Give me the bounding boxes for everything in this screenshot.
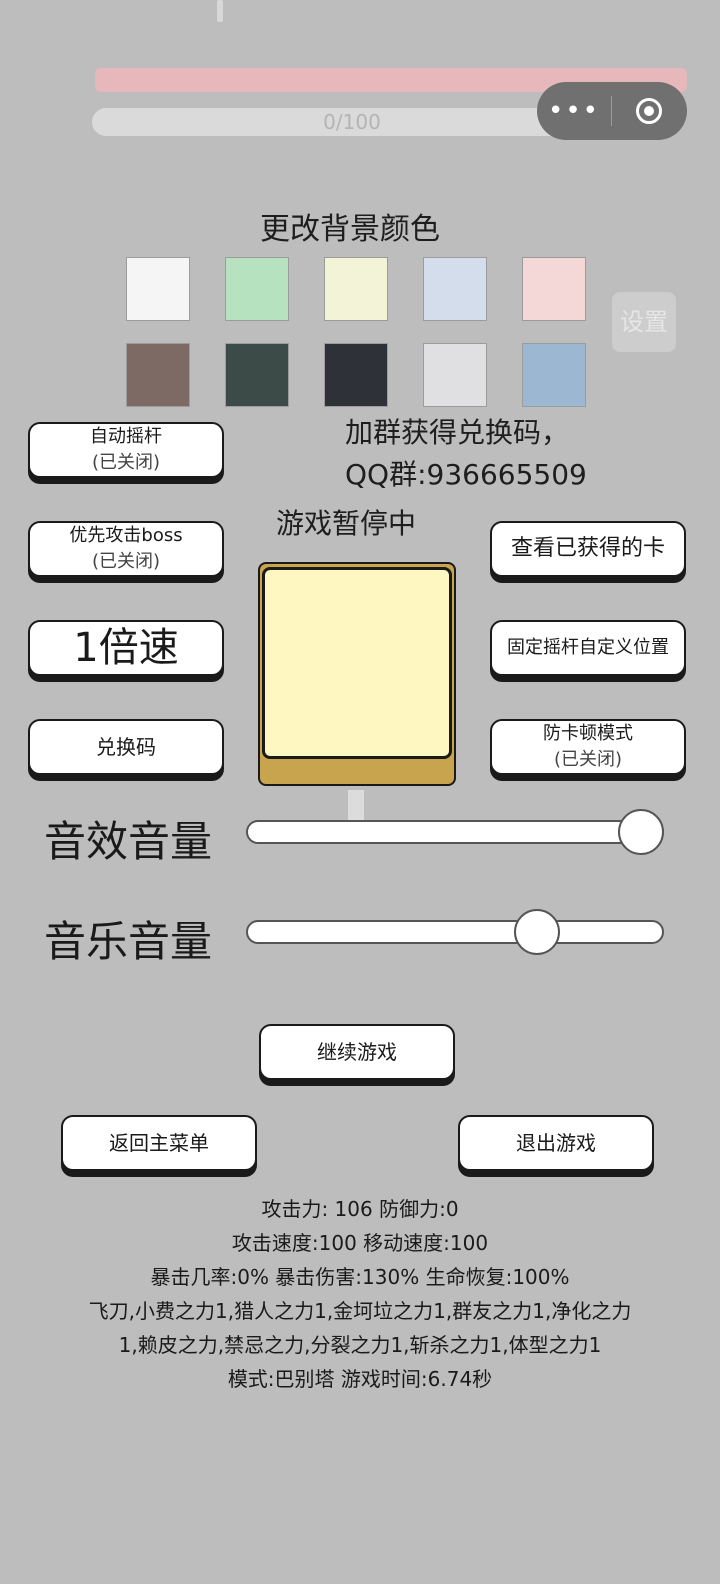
main-menu-label: 返回主菜单 [109, 1131, 209, 1155]
group-info-line1: 加群获得兑换码， [345, 416, 570, 449]
color-swatch[interactable] [522, 257, 586, 321]
view-cards-label: 查看已获得的卡 [510, 536, 665, 561]
color-swatch[interactable] [522, 343, 586, 407]
miniprogram-capsule: ••• [537, 82, 687, 140]
fixed-joystick-button[interactable]: 固定摇杆自定义位置 [490, 620, 686, 676]
anti-lag-state: (已关闭) [553, 749, 623, 770]
more-options-icon[interactable]: ••• [537, 82, 611, 140]
redeem-code-button[interactable]: 兑换码 [28, 719, 224, 775]
anti-lag-button[interactable]: 防卡顿模式 (已关闭) [490, 719, 686, 775]
stats-line: 攻击速度:100 移动速度:100 [231, 1231, 489, 1255]
group-info-line2: QQ群:936665509 [345, 458, 587, 491]
main-menu-button[interactable]: 返回主菜单 [61, 1115, 257, 1171]
redeem-code-label: 兑换码 [96, 735, 156, 759]
game-speed-button[interactable]: 1倍速 [28, 620, 224, 676]
color-swatch[interactable] [225, 343, 289, 407]
card-preview[interactable] [262, 567, 452, 759]
background-color-title: 更改背景颜色 [260, 212, 440, 247]
auto-joystick-label: 自动摇杆 [90, 426, 162, 447]
color-swatch[interactable] [324, 343, 388, 407]
stats-line: 飞刀,小费之力1,猎人之力1,金坷垃之力1,群友之力1,净化之力 [88, 1299, 632, 1323]
music-volume-slider[interactable] [246, 920, 664, 944]
sfx-volume-label: 音效音量 [44, 817, 213, 866]
exit-game-button[interactable]: 退出游戏 [458, 1115, 654, 1171]
stats-line: 暴击几率:0% 暴击伤害:130% 生命恢复:100% [150, 1265, 570, 1289]
stats-line: 模式:巴别塔 游戏时间:6.74秒 [227, 1367, 493, 1391]
anti-lag-label: 防卡顿模式 [543, 723, 633, 744]
paused-status: 游戏暂停中 [276, 507, 417, 540]
experience-bar-text: 0/100 [323, 110, 381, 134]
game-speed-label: 1倍速 [73, 625, 179, 671]
sfx-volume-knob[interactable] [618, 809, 664, 855]
stats-line: 1,赖皮之力,禁忌之力,分裂之力1,斩杀之力1,体型之力1 [118, 1333, 602, 1357]
settings-button[interactable]: 设置 [612, 292, 676, 352]
close-miniprogram-button[interactable] [612, 98, 686, 124]
prioritize-boss-button[interactable]: 优先攻击boss (已关闭) [28, 521, 224, 577]
music-volume-label: 音乐音量 [44, 917, 213, 966]
group-info: 加群获得兑换码， QQ群:936665509 [345, 412, 587, 496]
top-pin [217, 0, 223, 22]
color-swatch[interactable] [126, 343, 190, 407]
color-swatch[interactable] [324, 257, 388, 321]
auto-joystick-button[interactable]: 自动摇杆 (已关闭) [28, 422, 224, 478]
music-volume-knob[interactable] [513, 909, 560, 955]
color-swatch[interactable] [423, 343, 487, 407]
player-stats: 攻击力: 106 防御力:0 攻击速度:100 移动速度:100 暴击几率:0%… [0, 1192, 720, 1396]
color-swatch[interactable] [423, 257, 487, 321]
continue-game-label: 继续游戏 [317, 1040, 397, 1064]
stats-line: 攻击力: 106 防御力:0 [261, 1197, 459, 1221]
color-swatch[interactable] [126, 257, 190, 321]
auto-joystick-state: (已关闭) [91, 452, 161, 473]
experience-bar: 0/100 [92, 108, 612, 136]
fixed-joystick-label: 固定摇杆自定义位置 [507, 637, 669, 658]
color-swatch[interactable] [225, 257, 289, 321]
exit-game-label: 退出游戏 [516, 1131, 596, 1155]
view-cards-button[interactable]: 查看已获得的卡 [490, 521, 686, 577]
prioritize-boss-label: 优先攻击boss [69, 525, 183, 546]
sfx-volume-slider[interactable] [246, 820, 664, 844]
target-icon [636, 98, 662, 124]
continue-game-button[interactable]: 继续游戏 [259, 1024, 455, 1080]
prioritize-boss-state: (已关闭) [91, 551, 161, 572]
